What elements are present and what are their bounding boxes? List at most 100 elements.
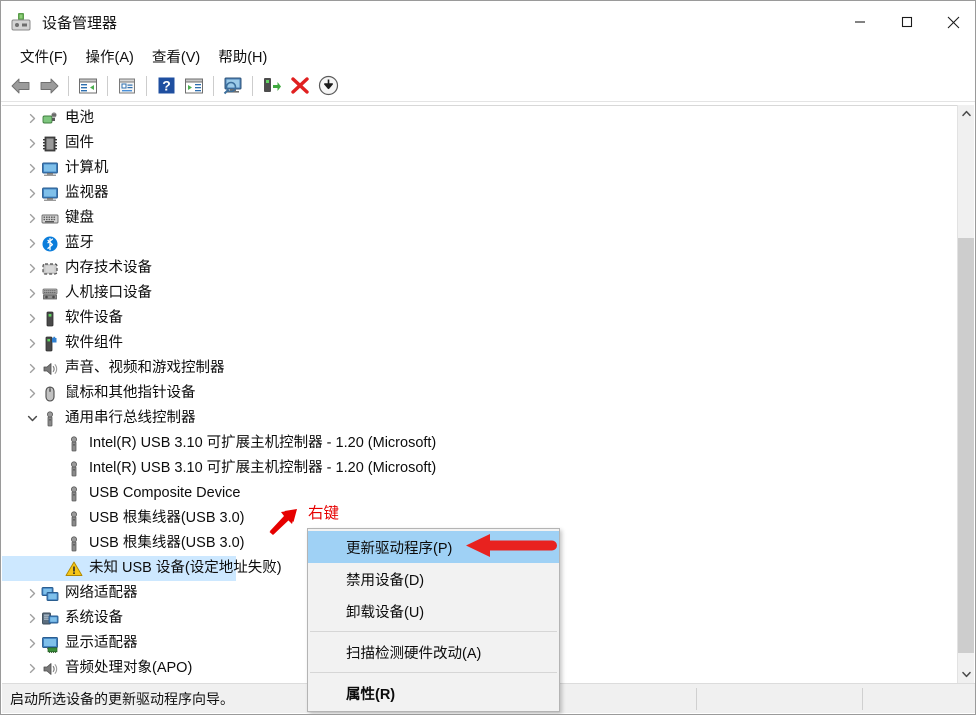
expand-chevron-icon[interactable] (24, 606, 40, 631)
tree-item[interactable]: 计算机 (2, 156, 959, 181)
status-cell-3 (863, 684, 975, 714)
title-bar: 设备管理器 (1, 1, 975, 44)
maximize-button[interactable] (883, 1, 930, 43)
system-device-icon (40, 610, 60, 628)
software-device-icon (40, 310, 60, 328)
tree-item[interactable]: Intel(R) USB 3.10 可扩展主机控制器 - 1.20 (Micro… (2, 456, 959, 481)
scroll-down-button[interactable] (958, 666, 974, 683)
expand-chevron-icon[interactable] (24, 256, 40, 281)
tree-item[interactable]: 电池 (2, 106, 959, 131)
tree-item-label: 固件 (65, 135, 94, 151)
expand-chevron-icon[interactable] (24, 131, 40, 156)
window-controls (836, 1, 975, 43)
battery-icon (40, 110, 60, 128)
tree-item-label: 键盘 (65, 210, 94, 226)
sound-video-game-icon (40, 360, 60, 378)
context-menu-separator (310, 631, 557, 632)
tree-item-label: 声音、视频和游戏控制器 (65, 360, 225, 376)
help-icon[interactable]: ? (152, 73, 180, 99)
scrollbar-thumb[interactable] (958, 238, 974, 653)
vertical-scrollbar[interactable] (957, 105, 974, 683)
device-manager-window: 设备管理器 文件(F) 操作(A) 查看(V) 帮助(H) ? 电池 固件 计算… (0, 0, 976, 715)
context-menu-item[interactable]: 更新驱动程序(P) (308, 531, 559, 563)
tree-item[interactable]: 蓝牙 (2, 231, 959, 256)
update-driver-icon[interactable] (258, 73, 286, 99)
memory-device-icon (40, 260, 60, 278)
context-menu-item[interactable]: 禁用设备(D) (308, 563, 559, 595)
expand-chevron-icon[interactable] (24, 331, 40, 356)
tree-item-label: USB Composite Device (89, 485, 241, 501)
expand-chevron-icon[interactable] (24, 106, 40, 131)
tree-item[interactable]: 软件设备 (2, 306, 959, 331)
expand-chevron-icon[interactable] (24, 406, 40, 431)
scroll-up-button[interactable] (958, 105, 974, 122)
action-pane-icon[interactable] (180, 73, 208, 99)
tree-item[interactable]: Intel(R) USB 3.10 可扩展主机控制器 - 1.20 (Micro… (2, 431, 959, 456)
minimize-button[interactable] (836, 1, 883, 43)
expand-chevron-icon[interactable] (24, 356, 40, 381)
tree-item-label: 未知 USB 设备(设定地址失败) (89, 560, 282, 576)
expand-chevron-icon[interactable] (24, 656, 40, 681)
expand-chevron-icon[interactable] (24, 281, 40, 306)
tree-item-label: 监视器 (65, 185, 109, 201)
expand-chevron-icon (48, 506, 64, 531)
tree-item[interactable]: 软件组件 (2, 331, 959, 356)
tree-item[interactable]: 通用串行总线控制器 (2, 406, 959, 431)
tree-item-label: 网络适配器 (65, 585, 138, 601)
expand-chevron-icon[interactable] (24, 181, 40, 206)
expand-chevron-icon[interactable] (24, 156, 40, 181)
device-manager-icon (10, 11, 32, 33)
window-title: 设备管理器 (42, 14, 118, 32)
tree-item[interactable]: 鼠标和其他指针设备 (2, 381, 959, 406)
menu-bar: 文件(F) 操作(A) 查看(V) 帮助(H) (1, 43, 975, 70)
usb-icon (40, 410, 60, 428)
tree-item-label: Intel(R) USB 3.10 可扩展主机控制器 - 1.20 (Micro… (89, 435, 437, 451)
disable-device-icon[interactable] (314, 73, 342, 99)
tree-item[interactable]: 固件 (2, 131, 959, 156)
network-adapter-icon (40, 585, 60, 603)
menu-action[interactable]: 操作(A) (77, 43, 143, 70)
properties-icon[interactable] (113, 73, 141, 99)
context-menu-separator (310, 672, 557, 673)
show-hide-console-tree-icon[interactable] (74, 73, 102, 99)
tree-item-label: Intel(R) USB 3.10 可扩展主机控制器 - 1.20 (Micro… (89, 460, 437, 476)
expand-chevron-icon[interactable] (24, 206, 40, 231)
expand-chevron-icon[interactable] (24, 381, 40, 406)
scan-hardware-changes-icon[interactable] (219, 73, 247, 99)
tree-item[interactable]: USB Composite Device (2, 481, 959, 506)
close-button[interactable] (930, 1, 975, 43)
context-menu-item[interactable]: 卸载设备(U) (308, 595, 559, 627)
tree-item[interactable]: 键盘 (2, 206, 959, 231)
expand-chevron-icon[interactable] (24, 581, 40, 606)
back-arrow-icon[interactable] (7, 73, 35, 99)
keyboard-icon (40, 210, 60, 228)
tree-item-label: 显示适配器 (65, 635, 138, 651)
uninstall-device-icon[interactable] (286, 73, 314, 99)
mouse-icon (40, 385, 60, 403)
context-menu-item[interactable]: 属性(R) (308, 677, 559, 709)
menu-file[interactable]: 文件(F) (11, 43, 77, 70)
tree-item-label: USB 根集线器(USB 3.0) (89, 535, 245, 551)
menu-help[interactable]: 帮助(H) (209, 43, 276, 70)
usb-icon (64, 435, 84, 453)
svg-text:?: ? (162, 78, 171, 94)
tree-item-label: 电池 (65, 110, 94, 126)
tree-item[interactable]: 声音、视频和游戏控制器 (2, 356, 959, 381)
forward-arrow-icon[interactable] (35, 73, 63, 99)
tree-item-label: 系统设备 (65, 610, 123, 626)
menu-view[interactable]: 查看(V) (143, 43, 209, 70)
expand-chevron-icon[interactable] (24, 631, 40, 656)
tree-item[interactable]: 人机接口设备 (2, 281, 959, 306)
tree-item[interactable]: 监视器 (2, 181, 959, 206)
context-menu[interactable]: 更新驱动程序(P) 禁用设备(D) 卸载设备(U) 扫描检测硬件改动(A) 属性(R) (307, 528, 560, 712)
context-menu-item[interactable]: 扫描检测硬件改动(A) (308, 636, 559, 668)
expand-chevron-icon[interactable] (24, 231, 40, 256)
tree-item[interactable]: 内存技术设备 (2, 256, 959, 281)
usb-icon (64, 485, 84, 503)
tree-item-label: 软件设备 (65, 310, 123, 326)
tree-item-label: 内存技术设备 (65, 260, 152, 276)
status-cell-2 (697, 684, 862, 714)
tree-item-label: 音频处理对象(APO) (65, 660, 193, 676)
expand-chevron-icon[interactable] (24, 306, 40, 331)
expand-chevron-icon (48, 431, 64, 456)
